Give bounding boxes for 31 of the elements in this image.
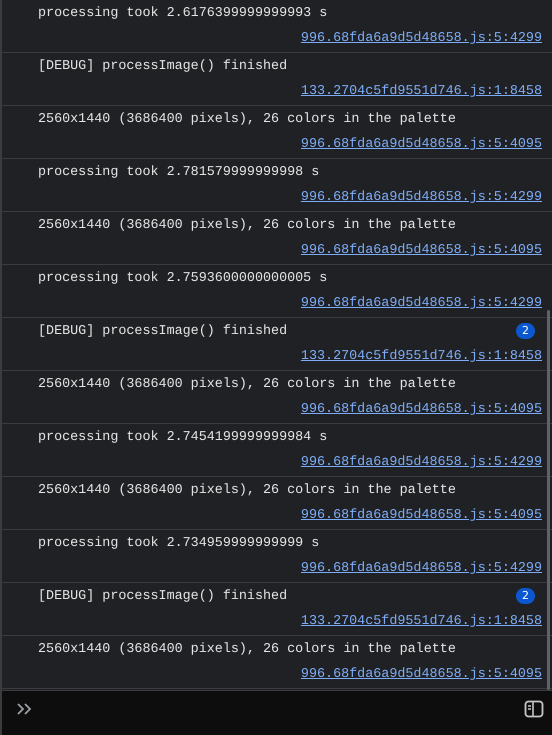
- repeat-count-badge: 2: [516, 323, 535, 339]
- scrollbar-thumb[interactable]: [547, 310, 550, 690]
- log-message: 2560x1440 (3686400 pixels), 26 colors in the palette: [38, 482, 456, 498]
- log-message: processing took 2.7593600000000005 s: [38, 270, 328, 286]
- source-link[interactable]: 996.68fda6a9d5d48658.js:5:4299: [300, 190, 542, 205]
- source-link[interactable]: 996.68fda6a9d5d48658.js:5:4299: [300, 455, 542, 470]
- source-link[interactable]: 996.68fda6a9d5d48658.js:5:4095: [300, 402, 542, 417]
- log-message: 2560x1440 (3686400 pixels), 26 colors in the palette: [38, 376, 456, 392]
- source-link[interactable]: 133.2704c5fd9551d746.js:1:8458: [300, 349, 542, 364]
- source-link[interactable]: 996.68fda6a9d5d48658.js:5:4095: [300, 243, 542, 258]
- log-message: [DEBUG] processImage() finished: [38, 588, 288, 604]
- source-link[interactable]: 133.2704c5fd9551d746.js:1:8458: [300, 614, 542, 629]
- log-message: processing took 2.7454199999999984 s: [38, 430, 328, 444]
- sidebar-toggle-icon[interactable]: [524, 700, 544, 718]
- log-message: [DEBUG] processImage() finished: [38, 58, 288, 74]
- source-link[interactable]: 996.68fda6a9d5d48658.js:5:4299: [300, 31, 542, 46]
- log-message: 2560x1440 (3686400 pixels), 26 colors in the palette: [38, 642, 456, 656]
- source-link[interactable]: 996.68fda6a9d5d48658.js:5:4095: [300, 508, 542, 523]
- source-link[interactable]: 996.68fda6a9d5d48658.js:5:4299: [300, 561, 542, 576]
- prompt-chevron-icon: [16, 702, 34, 716]
- source-link[interactable]: 996.68fda6a9d5d48658.js:5:4299: [300, 296, 542, 311]
- log-message: processing took 2.6176399999999993 s: [38, 6, 328, 20]
- source-link[interactable]: 996.68fda6a9d5d48658.js:5:4095: [300, 137, 542, 152]
- repeat-count-badge: 2: [516, 588, 535, 604]
- log-message: [DEBUG] processImage() finished: [38, 324, 288, 338]
- source-link[interactable]: 996.68fda6a9d5d48658.js:5:4095: [300, 667, 542, 682]
- log-message: processing took 2.781579999999998 s: [38, 164, 320, 180]
- log-message: 2560x1440 (3686400 pixels), 26 colors in the palette: [38, 218, 456, 232]
- source-link[interactable]: 133.2704c5fd9551d746.js:1:8458: [300, 84, 542, 99]
- log-message: processing took 2.734959999999999 s: [38, 536, 320, 550]
- log-message: 2560x1440 (3686400 pixels), 26 colors in the palette: [38, 112, 456, 126]
